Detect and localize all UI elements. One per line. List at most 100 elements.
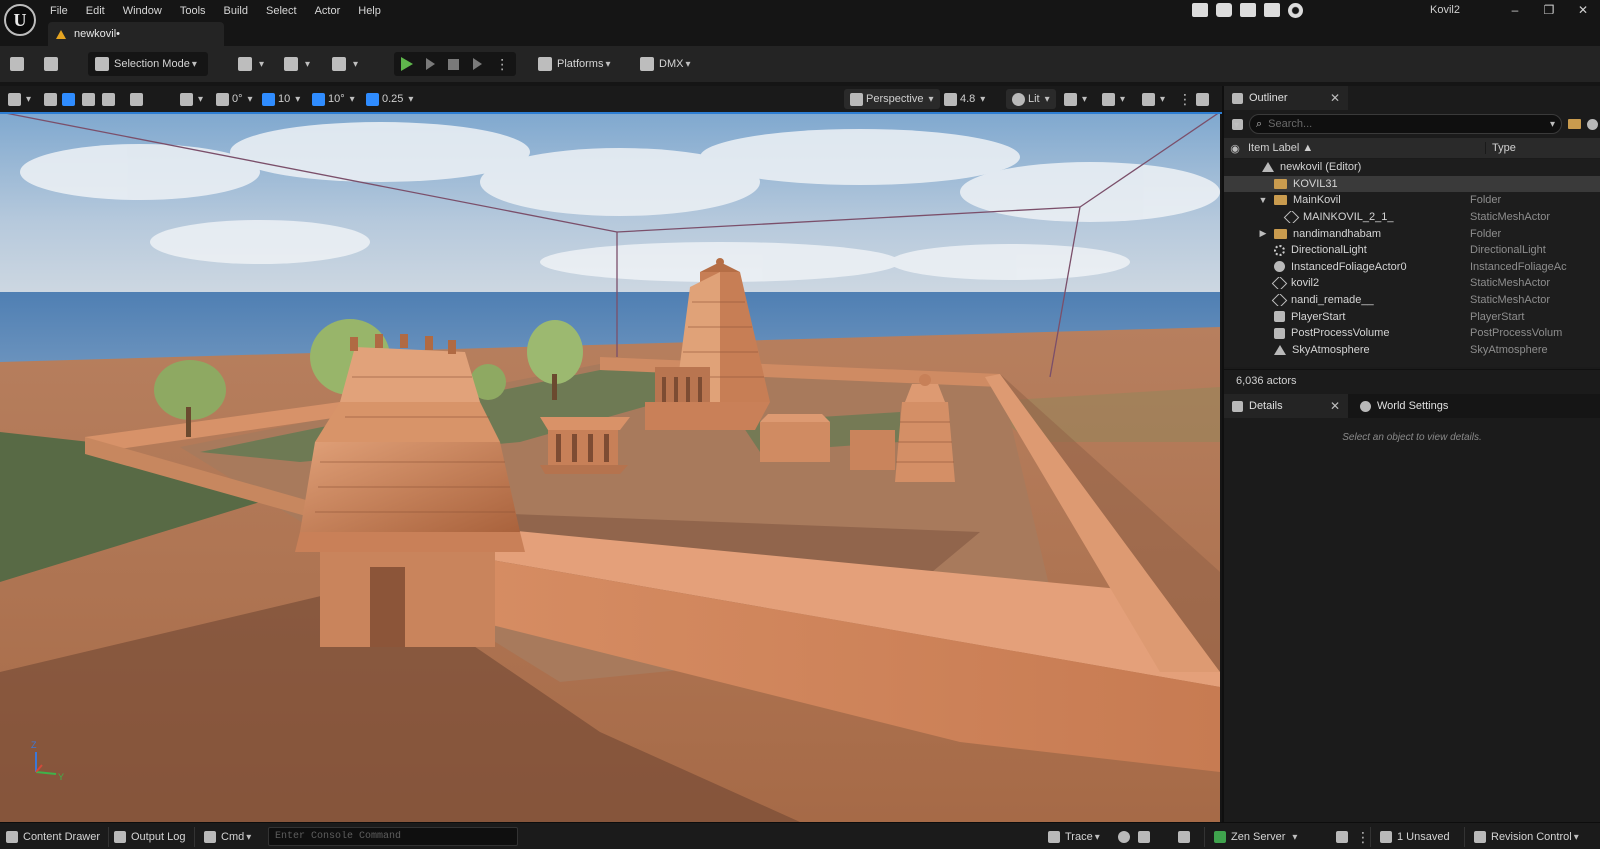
menu-help[interactable]: Help — [349, 2, 390, 20]
scale-tool-button[interactable] — [102, 89, 115, 109]
dmx-button[interactable]: DMX — [640, 52, 690, 76]
outliner-row[interactable]: DirectionalLight DirectionalLight — [1224, 242, 1600, 259]
angle-snap-button[interactable]: 10° — [312, 89, 355, 109]
level-viewport[interactable]: Z Y — [0, 112, 1220, 822]
zen-server-dropdown[interactable]: Zen Server — [1214, 827, 1297, 847]
snapshot-icon — [1138, 831, 1150, 843]
screenshot-icon[interactable] — [1192, 3, 1208, 17]
menu-file[interactable]: File — [48, 2, 77, 20]
translate-tool-button[interactable] — [62, 89, 75, 109]
unreal-logo-icon[interactable]: U — [4, 4, 36, 36]
trace-dropdown[interactable]: Trace — [1048, 827, 1100, 847]
video-icon[interactable] — [1240, 3, 1256, 17]
outliner-row[interactable]: ▶ nandimandhabam Folder — [1224, 225, 1600, 242]
viewport-settings-button[interactable] — [1142, 89, 1165, 109]
output-log-button[interactable]: Output Log — [114, 827, 185, 847]
menu-build[interactable]: Build — [215, 2, 257, 20]
stop-icon[interactable] — [448, 58, 460, 70]
menu-window[interactable]: Window — [114, 2, 171, 20]
menu-edit[interactable]: Edit — [77, 2, 114, 20]
play-icon[interactable] — [400, 57, 413, 71]
settings-gear-icon[interactable] — [1288, 3, 1303, 18]
expand-arrow-icon[interactable]: ▶ — [1258, 228, 1268, 239]
outliner-item-type: SkyAtmosphere — [1470, 343, 1548, 356]
menu-tools[interactable]: Tools — [171, 2, 215, 20]
source-control-graph-button[interactable] — [1336, 827, 1348, 847]
advance-frame-icon[interactable] — [426, 58, 436, 70]
layout-icon[interactable] — [1264, 3, 1280, 17]
grid-snap-button[interactable]: 10 — [262, 89, 300, 109]
select-tool-button[interactable] — [44, 89, 57, 109]
viewport-more-button[interactable]: ⋮ — [1178, 89, 1192, 109]
column-item-label[interactable]: Item Label ▲ — [1246, 142, 1486, 154]
revision-control-dropdown[interactable]: Revision Control — [1474, 827, 1579, 847]
lit-dropdown[interactable]: Lit — [1006, 89, 1056, 109]
menu-select[interactable]: Select — [257, 2, 306, 20]
status-more-button[interactable]: ⋮ — [1356, 827, 1370, 847]
record-button[interactable] — [1118, 827, 1130, 847]
eject-icon[interactable] — [472, 58, 482, 70]
snapshot-button[interactable] — [1138, 827, 1150, 847]
outliner-row[interactable]: PlayerStart PlayerStart — [1224, 308, 1600, 325]
add-actor-button[interactable] — [238, 52, 264, 76]
surface-snap-button[interactable] — [180, 89, 203, 109]
perspective-dropdown[interactable]: Perspective — [844, 89, 940, 109]
outliner-row-label-cell: ▼ MainKovil — [1224, 194, 1470, 206]
expand-arrow-icon[interactable]: ▼ — [1258, 195, 1268, 205]
add-folder-icon[interactable] — [1568, 119, 1581, 129]
column-type[interactable]: Type — [1486, 142, 1516, 154]
cinematics-button[interactable] — [332, 52, 358, 76]
selection-mode-dropdown[interactable]: Selection Mode — [88, 52, 208, 76]
rotate-tool-button[interactable] — [82, 89, 95, 109]
search-input[interactable] — [1268, 118, 1544, 130]
derived-data-button[interactable] — [1178, 827, 1190, 847]
play-options-icon[interactable]: ⋮ — [495, 57, 509, 71]
level-document-tab[interactable]: newkovil• — [48, 22, 224, 46]
outliner-row[interactable]: KOVIL31 — [1224, 175, 1600, 193]
outliner-row[interactable]: SkyAtmosphere SkyAtmosphere — [1224, 342, 1600, 359]
folder-icon — [1274, 178, 1287, 189]
close-icon[interactable]: ✕ — [1330, 91, 1340, 105]
menu-actor[interactable]: Actor — [306, 2, 350, 20]
view-options-button[interactable] — [1102, 89, 1125, 109]
minimize-button[interactable]: – — [1498, 0, 1532, 20]
details-tab-label: Details — [1249, 400, 1283, 412]
outliner-row[interactable]: kovil2 StaticMeshActor — [1224, 275, 1600, 292]
outliner-row[interactable]: PostProcessVolume PostProcessVolum — [1224, 325, 1600, 342]
camera-speed-button[interactable]: 4.8 — [944, 89, 985, 109]
restore-button[interactable]: ❐ — [1532, 0, 1566, 20]
close-window-button[interactable]: ✕ — [1566, 0, 1600, 20]
filter-icon[interactable] — [1232, 118, 1243, 130]
tab-outliner[interactable]: Outliner ✕ — [1224, 86, 1348, 110]
console-command-input[interactable] — [268, 827, 518, 846]
cmd-dropdown[interactable]: Cmd — [204, 827, 251, 847]
rotation-snap-button[interactable]: 0° — [216, 89, 253, 109]
save-button[interactable] — [10, 52, 24, 76]
platforms-button[interactable]: Platforms — [538, 52, 611, 76]
viewport-layout-button[interactable] — [1196, 89, 1209, 109]
outliner-settings-icon[interactable] — [1587, 118, 1598, 130]
unsaved-button[interactable]: 1 Unsaved — [1380, 827, 1450, 847]
outliner-row[interactable]: ▼ MainKovil Folder — [1224, 192, 1600, 209]
coordinate-space-button[interactable] — [130, 89, 143, 109]
chevron-down-icon[interactable]: ▾ — [1550, 119, 1555, 130]
content-drawer-button[interactable]: Content Drawer — [6, 827, 100, 847]
blueprint-button[interactable] — [284, 52, 310, 76]
show-flags-button[interactable] — [1064, 89, 1087, 109]
tab-world-settings[interactable]: World Settings — [1352, 394, 1512, 418]
camera-speed-icon — [944, 92, 957, 106]
window-controls: – ❐ ✕ — [1498, 0, 1600, 20]
scale-snap-button[interactable]: 0.25 — [366, 89, 413, 109]
outliner-row[interactable]: MAINKOVIL_2_1_ StaticMeshActor — [1224, 209, 1600, 226]
visibility-eye-icon[interactable]: ◉ — [1224, 142, 1246, 155]
tab-details[interactable]: Details ✕ — [1224, 394, 1348, 418]
outliner-row[interactable]: nandi_remade__ StaticMeshActor — [1224, 292, 1600, 309]
browse-button[interactable] — [44, 52, 58, 76]
outliner-row[interactable]: newkovil (Editor) — [1224, 159, 1600, 176]
grid-icon — [262, 92, 275, 106]
camera-icon[interactable] — [1216, 3, 1232, 17]
viewport-options-button[interactable] — [8, 89, 31, 109]
details-empty-hint: Select an object to view details. — [1342, 432, 1482, 443]
outliner-row[interactable]: InstancedFoliageActor0 InstancedFoliageAc — [1224, 259, 1600, 276]
close-icon[interactable]: ✕ — [1330, 399, 1340, 413]
